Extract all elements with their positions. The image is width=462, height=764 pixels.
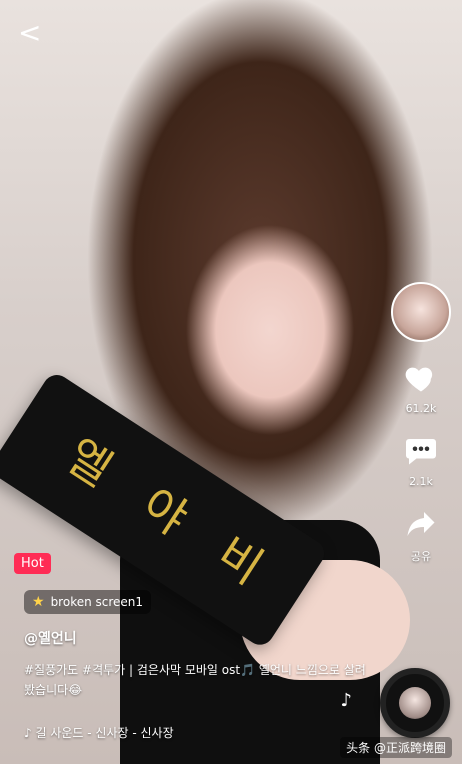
username[interactable]: @옐언니 [24, 628, 77, 648]
comment-icon [406, 439, 436, 465]
sound-disc[interactable] [380, 668, 450, 738]
belt-glyph-2: 야 [132, 477, 198, 546]
music-note-icon: ♪ [340, 690, 353, 711]
creator-avatar[interactable] [391, 282, 451, 342]
right-action-column: 61.2k 2.1k 공유 [391, 282, 451, 564]
heart-icon [405, 367, 433, 392]
video-screen[interactable]: 엘 야 비 < 61.2k 2.1k 공유 Hot ★ broken scree… [0, 0, 462, 764]
comment-count: 2.1k [409, 475, 433, 488]
sound-line[interactable]: ♪ 길 사운드 - 신사장 - 신사장 [24, 724, 174, 741]
share-label: 공유 [410, 550, 432, 563]
like-action[interactable]: 61.2k [401, 360, 441, 415]
watermark: 头条 @正派跨境圈 [340, 737, 452, 758]
comment-action[interactable]: 2.1k [401, 433, 441, 488]
belt-glyph-3: 비 [207, 526, 273, 595]
caption: #질풍가도 #격투가 | 검은사막 모바일 ost🎵 옐언니 느낌으로 살려봤습… [24, 663, 366, 697]
sound-text: ♪ 길 사운드 - 신사장 - 신사장 [24, 726, 174, 740]
sound-chip[interactable]: ★ broken screen1 [24, 590, 152, 614]
share-icon [407, 512, 435, 536]
belt-glyph-1: 엘 [56, 428, 122, 497]
disc-avatar [399, 687, 431, 719]
share-action[interactable]: 공유 [401, 506, 441, 564]
back-button[interactable]: < [18, 19, 44, 47]
hot-badge[interactable]: Hot [14, 553, 51, 574]
sound-chip-label: broken screen1 [50, 595, 144, 609]
sparkle-icon: ★ [32, 594, 45, 610]
like-count: 61.2k [405, 402, 437, 415]
